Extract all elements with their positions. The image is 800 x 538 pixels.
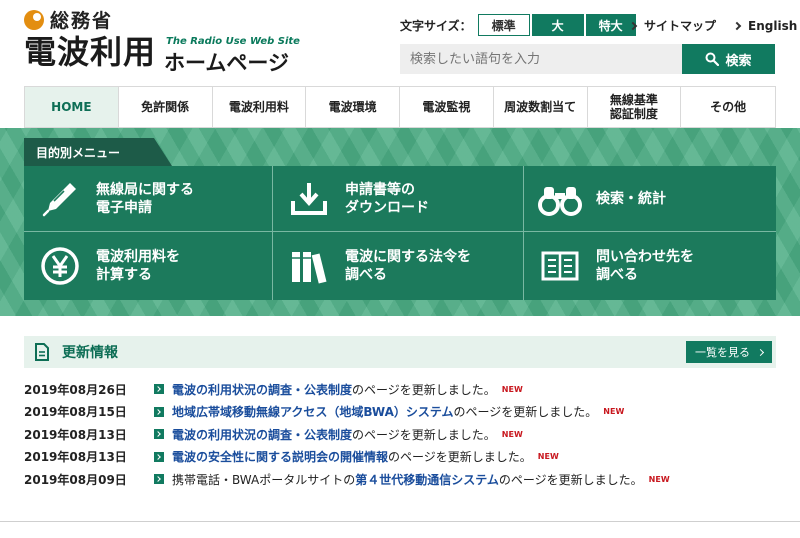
global-nav: HOME 免許関係 電波利用料 電波環境 電波監視 周波数割当て 無線基準 認証…	[24, 86, 776, 128]
site-logo[interactable]: 電波利用 The Radio Use Web Site ホームページ	[24, 33, 304, 75]
books-icon	[287, 244, 331, 288]
chevron-right-icon	[628, 21, 638, 30]
pen-icon	[38, 177, 82, 221]
search-input[interactable]	[400, 44, 682, 74]
new-badge: NEW	[648, 474, 670, 484]
news-link[interactable]: 電波の利用状況の調査・公表制度	[172, 383, 352, 397]
purpose-menu-banner: 目的別メニュー 無線局に関する 電子申請 申請書等の ダウンロード 検索・統計 …	[0, 128, 800, 316]
site-title-homepage: ホームページ	[164, 51, 289, 75]
news-list: 2019年08月26日 電波の利用状況の調査・公表制度のページを更新しました。 …	[24, 378, 776, 491]
new-badge: NEW	[501, 429, 523, 439]
new-badge: NEW	[603, 407, 625, 417]
font-size-label: 文字サイズ：	[400, 18, 472, 33]
nav-item-license[interactable]: 免許関係	[119, 87, 213, 127]
ministry-logo[interactable]: 総務省	[24, 6, 113, 33]
arrow-bullet-icon	[154, 429, 164, 440]
new-badge: NEW	[537, 452, 559, 462]
news-title: 更新情報	[62, 345, 118, 361]
news-date: 2019年08月26日	[24, 382, 127, 397]
chevron-right-icon	[756, 348, 765, 356]
site-title: 電波利用	[24, 33, 157, 71]
menu-download-forms[interactable]: 申請書等の ダウンロード	[273, 166, 524, 232]
arrow-bullet-icon	[154, 474, 164, 485]
search-icon	[705, 52, 720, 66]
news-link[interactable]: 地域広帯域移動無線アクセス（地域BWA）システム	[172, 405, 454, 419]
menu-calculate-fee[interactable]: 電波利用料を 計算する	[24, 232, 273, 300]
search-button[interactable]: 検索	[682, 44, 775, 74]
download-icon	[287, 177, 331, 221]
binoculars-icon	[538, 177, 582, 221]
news-date: 2019年08月13日	[24, 427, 127, 442]
news-item: 2019年08月13日 電波の安全性に関する説明会の開催情報のページを更新しまし…	[24, 450, 559, 465]
news-link[interactable]: 電波の安全性に関する説明会の開催情報	[172, 450, 388, 464]
ministry-name: 総務省	[50, 10, 114, 32]
chevron-right-icon	[732, 21, 742, 30]
news-item: 2019年08月15日 地域広帯域移動無線アクセス（地域BWA）システムのページ…	[24, 405, 625, 420]
menu-electronic-application[interactable]: 無線局に関する 電子申請	[24, 166, 273, 232]
font-size-standard-button[interactable]: 標準	[477, 14, 530, 36]
yen-icon	[38, 244, 82, 288]
new-badge: NEW	[501, 384, 523, 394]
ministry-logo-icon	[24, 9, 44, 30]
news-date: 2019年08月09日	[24, 472, 127, 487]
nav-item-monitoring[interactable]: 電波監視	[400, 87, 494, 127]
arrow-bullet-icon	[154, 451, 164, 462]
search-bar: 検索	[400, 44, 775, 74]
news-link[interactable]: 第４世代移動通信システム	[355, 473, 499, 487]
nav-item-usage-fee[interactable]: 電波利用料	[213, 87, 307, 127]
news-item: 2019年08月26日 電波の利用状況の調査・公表制度のページを更新しました。 …	[24, 382, 523, 397]
purpose-menu-grid: 無線局に関する 電子申請 申請書等の ダウンロード 検索・統計 電波利用料を 計…	[24, 166, 776, 300]
nav-item-certification[interactable]: 無線基準 認証制度	[588, 87, 682, 127]
news-link[interactable]: 電波の利用状況の調査・公表制度	[172, 428, 352, 442]
english-link[interactable]: English	[732, 17, 797, 34]
book-open-icon	[538, 244, 582, 288]
purpose-menu-tab: 目的別メニュー	[24, 138, 172, 166]
top-links: サイトマップ English	[628, 17, 800, 34]
menu-contacts[interactable]: 問い合わせ先を 調べる	[524, 232, 776, 300]
divider	[0, 521, 800, 522]
arrow-bullet-icon	[154, 384, 164, 395]
arrow-bullet-icon	[154, 406, 164, 417]
font-size-switcher: 文字サイズ： 標準 大 特大	[400, 14, 636, 36]
menu-search-statistics[interactable]: 検索・統計	[524, 166, 776, 232]
news-date: 2019年08月15日	[24, 405, 127, 420]
document-icon	[34, 343, 50, 361]
nav-item-environment[interactable]: 電波環境	[306, 87, 400, 127]
site-header: 総務省 電波利用 The Radio Use Web Site ホームページ 文…	[0, 0, 800, 86]
news-header: 更新情報 一覧を見る	[24, 336, 776, 368]
menu-laws[interactable]: 電波に関する法令を 調べる	[273, 232, 524, 300]
news-more-button[interactable]: 一覧を見る	[686, 341, 772, 363]
news-item: 2019年08月13日 電波の利用状況の調査・公表制度のページを更新しました。 …	[24, 427, 523, 442]
news-date: 2019年08月13日	[24, 450, 127, 465]
news-item: 2019年08月09日 携帯電話・BWAポータルサイトの第４世代移動通信システム…	[24, 472, 670, 487]
font-size-large-button[interactable]: 大	[531, 14, 584, 36]
site-title-en: The Radio Use Web Site	[166, 36, 300, 47]
nav-item-home[interactable]: HOME	[25, 87, 119, 127]
nav-item-other[interactable]: その他	[681, 87, 775, 127]
sitemap-link[interactable]: サイトマップ	[628, 17, 716, 34]
nav-item-frequency[interactable]: 周波数割当て	[494, 87, 588, 127]
